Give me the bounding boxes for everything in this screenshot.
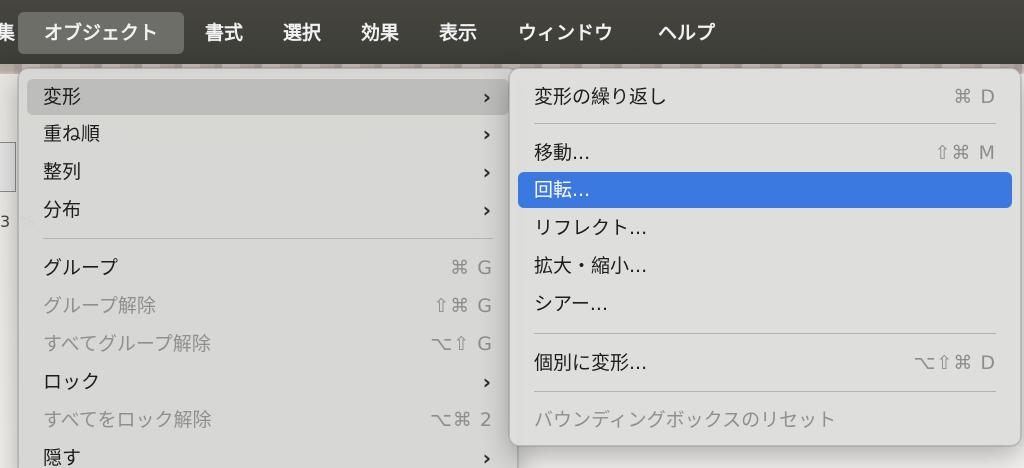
background-bottom-panel [516, 446, 1024, 468]
menu-item-arrange[interactable]: 重ね順 › [27, 116, 509, 152]
menu-item-shear[interactable]: シアー... [518, 286, 1012, 322]
menu-item-label: シアー... [534, 293, 608, 315]
menu-item-shortcut: ⌘ G [450, 257, 493, 279]
menu-item-move[interactable]: 移動... ⇧⌘ M [518, 135, 1012, 171]
menu-separator [534, 123, 996, 124]
background-panel-box [0, 142, 16, 192]
menu-item-label: ロック [43, 371, 101, 393]
chevron-right-icon: › [482, 446, 491, 468]
chevron-right-icon: › [482, 198, 491, 222]
menu-item-label: 変形の繰り返し [534, 86, 668, 108]
menu-item-label: バウンディングボックスのリセット [534, 409, 837, 431]
menu-item-label: すべてグループ解除 [43, 333, 211, 355]
menu-item-ungroup-all[interactable]: すべてグループ解除 ⌥⇧ G [27, 326, 509, 362]
menu-item-label: 重ね順 [43, 123, 101, 145]
menu-item-label: 変形 [43, 86, 82, 108]
menu-item-distribute[interactable]: 分布 › [27, 192, 509, 228]
menu-item-group[interactable]: グループ ⌘ G [27, 250, 509, 286]
menu-item-label: 分布 [43, 199, 82, 221]
menu-bar-item-window[interactable]: ウィンドウ [518, 12, 613, 54]
menu-item-shortcut: ⌘ D [953, 86, 996, 108]
menu-bar-item-object[interactable]: オブジェクト [18, 12, 185, 54]
menu-item-transform-each[interactable]: 個別に変形... ⌥⇧⌘ D [518, 345, 1012, 381]
menu-item-lock[interactable]: ロック › [27, 364, 509, 400]
menu-item-shortcut: ⇧⌘ M [934, 142, 996, 164]
menu-item-shortcut: ⌥⇧⌘ D [913, 352, 996, 374]
menu-item-label: グループ [43, 257, 118, 279]
menu-bar-item-type[interactable]: 書式 [205, 12, 243, 54]
menu-item-label: グループ解除 [43, 295, 156, 317]
menu-bar-item-view[interactable]: 表示 [439, 12, 477, 54]
menu-item-reset-bounding-box[interactable]: バウンディングボックスのリセット [518, 402, 1012, 438]
menu-separator [43, 238, 493, 239]
menu-item-label: 個別に変形... [534, 352, 648, 374]
menu-item-label: すべてをロック解除 [43, 409, 212, 431]
menu-item-scale[interactable]: 拡大・縮小... [518, 248, 1012, 284]
chevron-right-icon: › [482, 160, 491, 184]
menu-separator [534, 333, 996, 334]
menu-item-transform-again[interactable]: 変形の繰り返し ⌘ D [518, 79, 1012, 115]
menu-item-unlock-all[interactable]: すべてをロック解除 ⌥⌘ 2 [27, 402, 509, 438]
menu-item-rotate[interactable]: 回転... [518, 172, 1012, 208]
menu-item-hide[interactable]: 隠す › [27, 440, 509, 468]
menu-item-label: リフレクト... [534, 217, 648, 239]
menu-bar-item-effect[interactable]: 効果 [361, 12, 399, 54]
chevron-right-icon: › [482, 85, 491, 109]
menu-item-shortcut: ⌥⌘ 2 [429, 409, 493, 431]
chevron-right-icon: › [482, 370, 491, 394]
menu-item-shortcut: ⇧⌘ G [433, 295, 493, 317]
menu-item-label: 拡大・縮小... [534, 255, 648, 277]
menu-item-label: 移動... [534, 142, 591, 164]
menu-bar-item-help[interactable]: ヘルプ [658, 12, 715, 54]
menu-item-reflect[interactable]: リフレクト... [518, 210, 1012, 246]
menu-bar-item-select[interactable]: 選択 [283, 12, 321, 54]
menu-bar-item-edit-partial[interactable]: 集 [0, 12, 15, 54]
menu-item-ungroup[interactable]: グループ解除 ⇧⌘ G [27, 288, 509, 324]
menu-item-transform[interactable]: 変形 › [27, 79, 509, 115]
menu-item-align[interactable]: 整列 › [27, 154, 509, 190]
chevron-right-icon: › [482, 122, 491, 146]
object-menu: 変形 › 重ね順 › 整列 › 分布 › グループ ⌘ G グループ解除 ⇧⌘ … [18, 68, 518, 468]
menu-item-label: 整列 [43, 161, 82, 183]
menu-item-label: 回転... [534, 179, 591, 201]
menu-bar: 集 オブジェクト 書式 選択 効果 表示 ウィンドウ ヘルプ [0, 0, 1024, 64]
menu-item-shortcut: ⌥⇧ G [430, 333, 493, 355]
menu-separator [534, 391, 996, 392]
menu-item-label: 隠す [43, 447, 82, 468]
transform-submenu: 変形の繰り返し ⌘ D 移動... ⇧⌘ M 回転... リフレクト... 拡大… [509, 68, 1021, 446]
